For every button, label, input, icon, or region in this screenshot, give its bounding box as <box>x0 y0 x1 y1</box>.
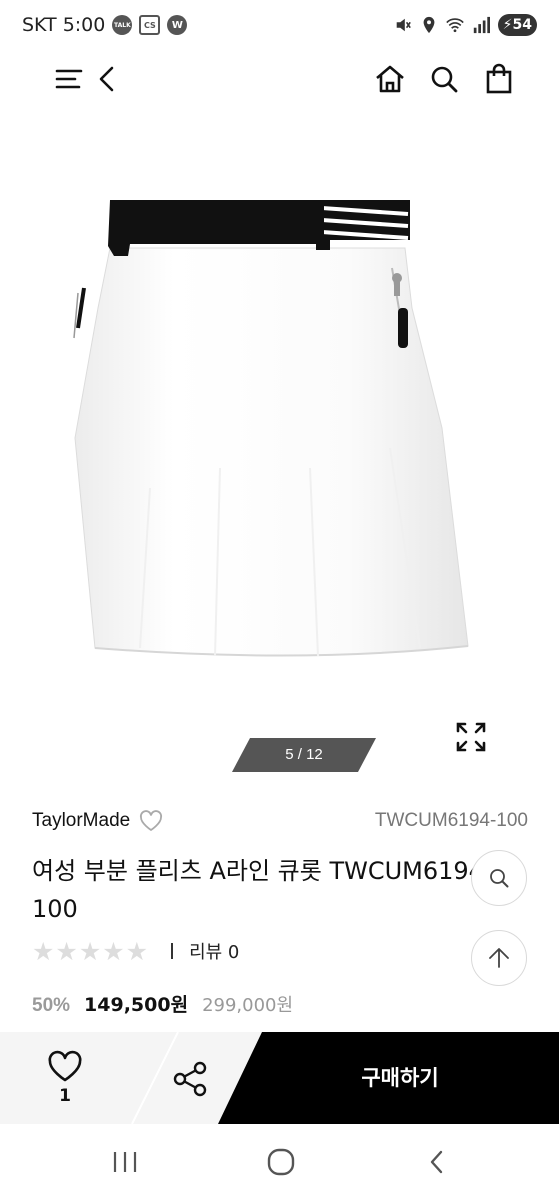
shopping-bag-icon <box>486 63 512 94</box>
back-button[interactable] <box>86 58 128 100</box>
brand-like-heart-icon[interactable] <box>138 809 164 833</box>
recent-apps-icon <box>113 1152 137 1172</box>
search-icon <box>490 869 509 888</box>
product-image[interactable] <box>0 108 559 788</box>
status-left: SKT 5:00 TALK CS W <box>22 14 188 36</box>
discount-rate: 50% <box>32 995 71 1016</box>
scroll-top-button[interactable] <box>471 930 527 986</box>
floating-search-button[interactable] <box>471 850 527 906</box>
like-button[interactable]: 1 <box>28 1032 102 1124</box>
arrow-up-icon <box>489 948 509 968</box>
menu-icon <box>55 69 83 89</box>
bottom-action-bar: 1 구매하기 <box>0 1032 559 1124</box>
recent-apps-button[interactable] <box>102 1142 148 1182</box>
skirt-image <box>73 200 469 657</box>
original-price: 299,000원 <box>202 995 294 1016</box>
wifi-icon <box>445 18 464 33</box>
expand-icon <box>456 722 486 752</box>
buy-button[interactable]: 구매하기 <box>260 1032 540 1124</box>
home-button[interactable] <box>369 58 411 100</box>
sale-price: 149,500원 <box>84 994 189 1016</box>
home-icon <box>376 65 404 93</box>
back-icon <box>99 66 114 92</box>
w-badge-icon: W <box>167 15 188 35</box>
like-count: 1 <box>59 1086 71 1106</box>
price-row: 50% 149,500원 299,000원 <box>32 990 293 1020</box>
battery-level: 54 <box>512 17 532 33</box>
home-nav-icon <box>267 1148 295 1176</box>
top-nav <box>0 50 559 108</box>
back-nav-button[interactable] <box>414 1142 460 1182</box>
signal-icon <box>473 16 490 34</box>
system-nav-bar <box>0 1124 559 1200</box>
divider <box>171 943 174 959</box>
product-title: 여성 부분 플리츠 A라인 큐롯 TWCUM6194-100 <box>32 857 493 923</box>
page-indicator-text: 5 / 12 <box>285 746 323 763</box>
back-nav-icon <box>430 1150 443 1174</box>
home-nav-button[interactable] <box>258 1142 304 1182</box>
brand-name[interactable]: TaylorMade <box>32 810 130 832</box>
rating-row: ★★★★★ 리뷰 0 <box>32 936 239 966</box>
brand-row: TaylorMade TWCUM6194-100 <box>32 806 528 836</box>
menu-button[interactable] <box>48 58 90 100</box>
review-count[interactable]: 리뷰 0 <box>189 938 239 964</box>
expand-button[interactable] <box>450 718 492 756</box>
status-bar: SKT 5:00 TALK CS W ⚡ 54 <box>0 0 559 50</box>
status-right: ⚡ 54 <box>394 14 537 36</box>
search-icon <box>431 66 458 93</box>
product-code: TWCUM6194-100 <box>374 810 528 831</box>
search-button[interactable] <box>423 58 465 100</box>
share-icon <box>173 1061 207 1097</box>
mute-icon <box>396 18 411 32</box>
rating-stars-icon: ★★★★★ <box>32 936 150 966</box>
talk-badge-icon: TALK <box>112 15 133 35</box>
page-indicator: 5 / 12 <box>232 738 376 772</box>
heart-icon <box>48 1050 82 1082</box>
cart-button[interactable] <box>478 58 520 100</box>
location-icon <box>423 16 435 34</box>
carrier-time: SKT 5:00 <box>22 14 106 36</box>
cs-badge-icon: CS <box>139 15 161 35</box>
share-button[interactable] <box>166 1054 216 1104</box>
battery-icon: ⚡ 54 <box>497 14 537 36</box>
